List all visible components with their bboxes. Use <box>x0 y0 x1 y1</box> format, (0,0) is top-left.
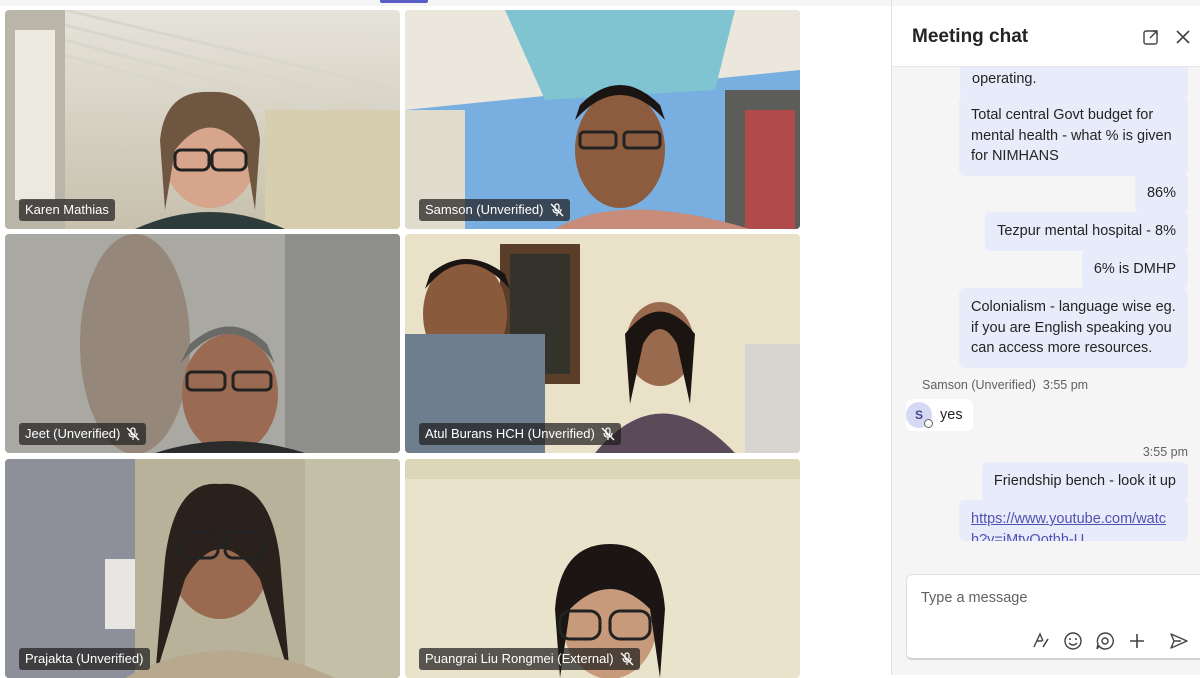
video-feed <box>405 10 800 229</box>
chat-message-link: https://www.youtube.com/watch?v=iMtvQoth… <box>959 500 1188 541</box>
video-tile-prajakta[interactable]: Prajakta (Unverified) <box>5 459 400 678</box>
chat-message: operating. <box>960 67 1188 99</box>
emoji-icon[interactable] <box>1063 631 1083 651</box>
participant-name-tag: Karen Mathias <box>19 199 115 221</box>
message-list[interactable]: operating. Total central Govt budget for… <box>892 67 1200 541</box>
participant-name-tag: Jeet (Unverified) <box>19 423 147 445</box>
video-tile-puangrai[interactable]: Puangrai Liu Rongmei (External) <box>405 459 800 678</box>
video-tile-karen[interactable]: Karen Mathias <box>5 10 400 229</box>
chat-message: Colonialism - language wise eg. if you a… <box>959 288 1188 368</box>
participant-name-tag: Puangrai Liu Rongmei (External) <box>419 648 640 670</box>
send-icon[interactable] <box>1169 631 1189 651</box>
chat-title: Meeting chat <box>912 26 1029 47</box>
status-icon <box>924 419 933 428</box>
format-icon[interactable] <box>1031 631 1051 651</box>
message-link[interactable]: https://www.youtube.com/watch?v=iMtvQoth… <box>971 511 1166 541</box>
active-tab-indicator <box>380 0 428 3</box>
video-feed <box>405 234 800 453</box>
mic-off-icon <box>601 427 615 441</box>
add-icon[interactable] <box>1127 631 1147 651</box>
video-feed <box>405 459 800 678</box>
video-feed <box>5 459 400 678</box>
close-icon[interactable] <box>1174 28 1192 46</box>
video-feed <box>5 10 400 229</box>
chat-message: 86% <box>1134 174 1188 213</box>
video-tile-samson[interactable]: Samson (Unverified) <box>405 10 800 229</box>
chat-message: Tezpur mental hospital - 8% <box>985 212 1188 251</box>
mic-off-icon <box>550 203 563 217</box>
participant-name-tag: Samson (Unverified) <box>419 199 570 221</box>
video-feed <box>5 234 400 453</box>
video-grid: Karen Mathias Samson (Unverified) Jeet (… <box>0 6 892 678</box>
chat-message: Friendship bench - look it up <box>981 462 1188 501</box>
participant-name-tag: Prajakta (Unverified) <box>19 648 150 670</box>
meeting-chat-panel: Meeting chat operating. Total central Go… <box>892 6 1200 675</box>
mic-off-icon <box>126 427 140 441</box>
video-tile-atul[interactable]: Atul Burans HCH (Unverified) <box>405 234 800 453</box>
chat-header: Meeting chat <box>892 6 1200 67</box>
loop-component-icon[interactable] <box>1095 631 1115 651</box>
participant-name-tag: Atul Burans HCH (Unverified) <box>419 423 621 445</box>
chat-message: 6% is DMHP <box>1081 250 1188 289</box>
message-time: 3:55 pm <box>1142 445 1188 459</box>
chat-message: Total central Govt budget for mental hea… <box>959 96 1188 176</box>
pop-out-icon[interactable] <box>1142 28 1160 46</box>
message-composer <box>906 574 1200 660</box>
message-sender-line: Samson (Unverified) 3:55 pm <box>922 378 1089 392</box>
message-input[interactable] <box>919 589 1183 607</box>
video-tile-jeet[interactable]: Jeet (Unverified) <box>5 234 400 453</box>
mic-off-icon <box>620 652 634 666</box>
